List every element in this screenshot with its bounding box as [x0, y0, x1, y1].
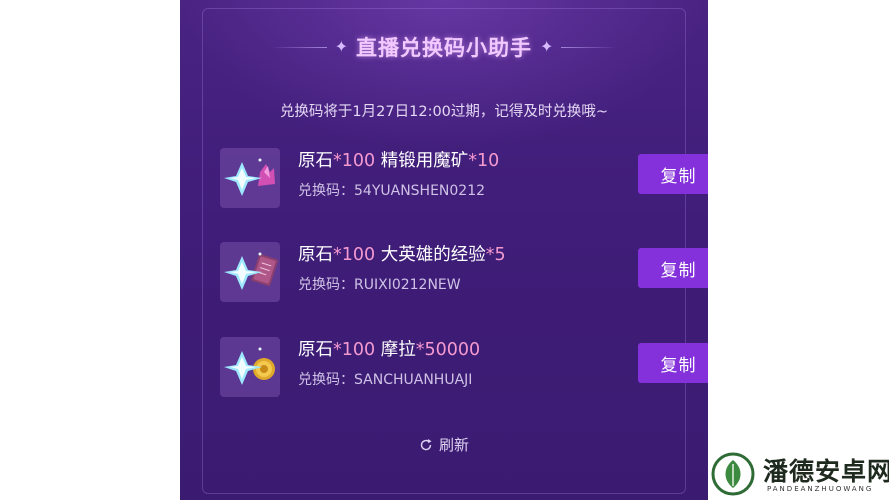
primogem-and-mora-icon: [220, 337, 280, 397]
watermark-title: 潘德安卓网: [763, 457, 889, 486]
redeem-code: 兑换码：54YUANSHEN0212: [298, 180, 485, 200]
reward-qty: *100: [333, 340, 376, 360]
code-label: 兑换码：: [298, 277, 354, 293]
site-watermark: 潘德安卓网 PANDEANZHUOWANG: [709, 450, 889, 500]
copy-button[interactable]: 复制: [638, 248, 708, 288]
reward-row: 原石*100 精锻用魔矿*10 兑换码：54YUANSHEN0212 复制: [220, 147, 708, 212]
reward-row: 原石*100 摩拉*50000 兑换码：SANCHUANHUAJI 复制: [220, 336, 708, 401]
title-divider-left: [270, 46, 327, 48]
code-value: RUIXI0212NEW: [354, 277, 461, 293]
sparkle-icon: ✦: [334, 37, 348, 56]
reward-primary: 原石: [298, 245, 333, 265]
reward-primary: 原石: [298, 340, 333, 360]
copy-button[interactable]: 复制: [638, 154, 708, 194]
leaf-logo-icon: [711, 452, 755, 496]
redeem-code: 兑换码：RUIXI0212NEW: [298, 274, 461, 294]
reward-secondary: 大英雄的经验: [375, 245, 486, 265]
panel-title: 直播兑换码小助手: [356, 36, 532, 60]
title-divider-right: [561, 46, 618, 48]
reward-secondary: 精锻用魔矿: [375, 151, 469, 171]
reward-qty: *5: [485, 245, 506, 265]
code-label: 兑换码：: [298, 372, 354, 388]
code-label: 兑换码：: [298, 183, 354, 199]
reward-name: 原石*100 大英雄的经验*5: [298, 241, 506, 266]
copy-button[interactable]: 复制: [638, 343, 708, 383]
reward-row: 原石*100 大英雄的经验*5 兑换码：RUIXI0212NEW 复制: [220, 241, 708, 306]
reward-qty: *100: [333, 151, 376, 171]
expiry-notice: 兑换码将于1月27日12:00过期，记得及时兑换哦~: [279, 104, 609, 120]
reward-qty: *10: [468, 151, 500, 171]
reward-qty: *50000: [415, 340, 481, 360]
sparkle-icon: ✦: [540, 37, 554, 56]
code-value: 54YUANSHEN0212: [354, 183, 486, 199]
reward-primary: 原石: [298, 151, 333, 171]
primogem-and-book-icon: [220, 242, 280, 302]
refresh-button[interactable]: 刷新: [180, 434, 708, 455]
refresh-label: 刷新: [438, 436, 469, 454]
reward-qty: *100: [333, 245, 376, 265]
reward-secondary: 摩拉: [375, 340, 416, 360]
reward-name: 原石*100 摩拉*50000: [298, 336, 480, 361]
primogem-and-ore-icon: [220, 148, 280, 208]
code-value: SANCHUANHUAJI: [354, 372, 473, 388]
redeem-code-panel: ✦ 直播兑换码小助手 ✦ 兑换码将于1月27日12:00过期，记得及时兑换哦~ …: [180, 0, 708, 500]
watermark-subtitle: PANDEANZHUOWANG: [767, 485, 874, 493]
title-row: ✦ 直播兑换码小助手 ✦: [180, 30, 708, 64]
redeem-code: 兑换码：SANCHUANHUAJI: [298, 369, 472, 389]
refresh-icon: [419, 438, 433, 452]
reward-name: 原石*100 精锻用魔矿*10: [298, 147, 499, 172]
